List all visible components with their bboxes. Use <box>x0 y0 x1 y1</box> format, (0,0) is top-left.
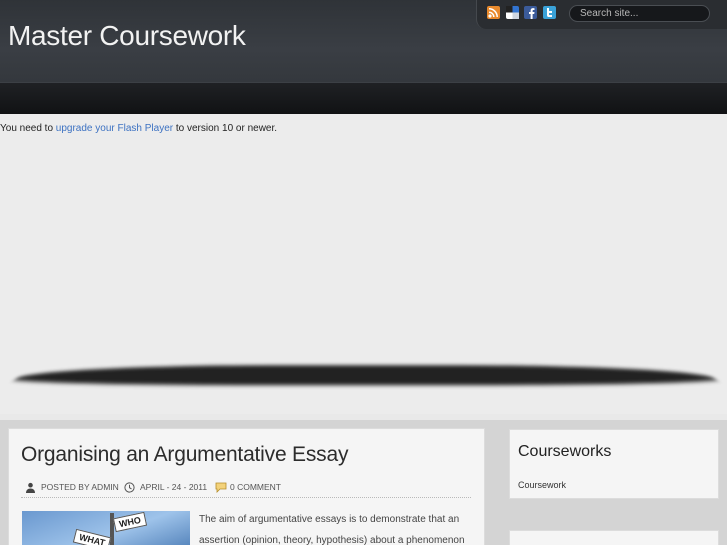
sign-who: WHO <box>112 511 148 533</box>
sidebar-widget <box>509 530 719 545</box>
post-author: POSTED BY ADMIN <box>41 482 119 492</box>
comment-icon <box>215 480 227 493</box>
post-thumbnail[interactable]: WHO WHAT <box>22 511 190 545</box>
navigation-bar <box>0 82 727 114</box>
meta-divider <box>21 497 471 498</box>
user-icon <box>25 480 36 493</box>
clock-icon <box>124 480 135 493</box>
flash-notice-suffix: to version 10 or newer. <box>173 123 278 134</box>
site-title[interactable]: Master Coursework <box>8 20 246 52</box>
twitter-icon[interactable] <box>543 6 556 19</box>
post-excerpt: The aim of argumentative essays is to de… <box>199 509 474 545</box>
sidebar-widget-title: Courseworks <box>518 443 612 460</box>
facebook-icon[interactable] <box>524 6 537 19</box>
sign-what: WHAT <box>72 528 112 545</box>
excerpt-line: The aim of argumentative essays is to de… <box>199 514 460 525</box>
post-comments[interactable]: 0 COMMENT <box>230 482 281 492</box>
post-title[interactable]: Organising an Argumentative Essay <box>21 443 348 467</box>
search-input[interactable] <box>569 5 710 22</box>
delicious-icon[interactable] <box>506 6 519 19</box>
upgrade-flash-link[interactable]: upgrade your Flash Player <box>56 123 173 134</box>
sidebar-link-coursework[interactable]: Coursework <box>518 480 566 490</box>
excerpt-line: assertion (opinion, theory, hypothesis) … <box>199 535 465 545</box>
flash-notice-prefix: You need to <box>0 123 56 134</box>
slider-shadow <box>9 365 722 386</box>
flash-notice: You need to upgrade your Flash Player to… <box>0 123 277 134</box>
post-date: APRIL - 24 - 2011 <box>140 482 208 492</box>
rss-icon[interactable] <box>487 6 500 19</box>
